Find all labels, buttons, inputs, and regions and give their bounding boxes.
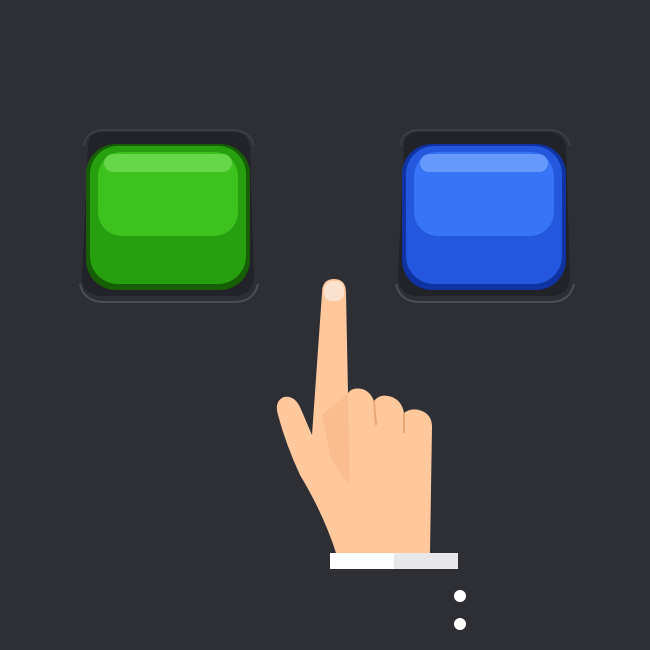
- green-button[interactable]: [74, 126, 262, 306]
- more-vertical-icon[interactable]: [450, 586, 470, 636]
- menu-dot: [454, 590, 466, 602]
- pointing-hand-icon: [270, 275, 470, 575]
- game-screen: [0, 0, 650, 650]
- menu-dot: [454, 618, 466, 630]
